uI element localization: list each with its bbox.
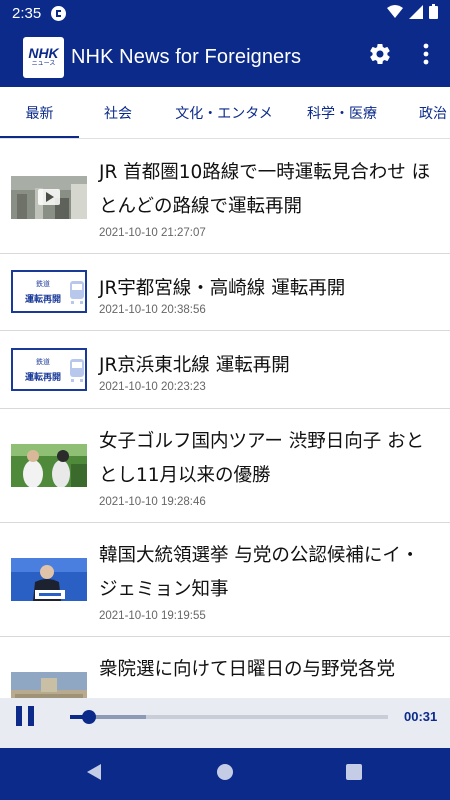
news-thumbnail (11, 672, 87, 698)
nav-home-button[interactable] (213, 762, 237, 786)
news-thumbnail (11, 176, 87, 219)
rail-thumb-line1: 鉄道 (36, 280, 50, 288)
news-title: JR京浜東北線 運転再開 (99, 355, 290, 376)
signal-icon (409, 4, 423, 23)
app-bar: NHK ニュース NHK News for Foreigners (0, 27, 450, 87)
tab-culture-entertainment[interactable]: 文化・エンタメ (157, 87, 291, 138)
news-title: 衆院選に向けて日曜日の与野党各党 (99, 659, 396, 680)
news-title: 女子ゴルフ国内ツアー 渋野日向子 おととし11月以来の優勝 (99, 431, 425, 486)
more-vert-icon (423, 43, 429, 69)
nav-recents-button[interactable] (342, 762, 366, 786)
news-date: 2021-10-10 21:27:07 (99, 227, 206, 239)
news-title: JR宇都宮線・高崎線 運転再開 (99, 278, 346, 299)
home-icon (216, 763, 234, 785)
battery-icon (429, 4, 438, 23)
news-item[interactable]: 鉄道 運転再開 JR京浜東北線 運転再開 2021-10-10 20:23:23 (0, 331, 450, 409)
pause-button[interactable] (16, 706, 40, 728)
news-list: JR 首都圏10路線で一時運転見合わせ ほとんどの路線で運転再開 2021-10… (0, 140, 450, 698)
buffered-bar (89, 715, 147, 719)
news-item[interactable]: JR 首都圏10路線で一時運転見合わせ ほとんどの路線で運転再開 2021-10… (0, 140, 450, 254)
nav-back-button[interactable] (82, 762, 106, 786)
news-item[interactable]: 衆院選に向けて日曜日の与野党各党 (0, 637, 450, 698)
news-item[interactable]: 鉄道 運転再開 JR宇都宮線・高崎線 運転再開 2021-10-10 20:38… (0, 254, 450, 331)
seek-handle[interactable] (82, 710, 97, 724)
news-thumbnail: 鉄道 運転再開 (11, 348, 87, 391)
tab-society[interactable]: 社会 (79, 87, 157, 138)
audio-player: 00:31 (0, 698, 450, 748)
pause-icon (16, 706, 22, 726)
app-title: NHK News for Foreigners (71, 45, 302, 68)
news-date: 2021-10-10 19:28:46 (99, 496, 206, 508)
tab-politics[interactable]: 政治 (393, 87, 450, 138)
back-icon (86, 763, 102, 785)
rail-thumb-line2: 運転再開 (24, 373, 61, 383)
news-thumbnail (11, 444, 87, 487)
status-time: 2:35 (12, 5, 42, 22)
status-bar: 2:35 (0, 0, 450, 27)
category-tabs: 最新 社会 文化・エンタメ 科学・医療 政治 (0, 87, 450, 139)
more-options-button[interactable] (412, 42, 440, 70)
news-date: 2021-10-10 20:23:23 (99, 381, 206, 393)
news-title: 韓国大統領選挙 与党の公認候補にイ・ジェミョン知事 (99, 545, 420, 600)
elapsed-time: 00:31 (404, 709, 438, 724)
tab-science-medical[interactable]: 科学・医療 (291, 87, 393, 138)
news-title: JR 首都圏10路線で一時運転見合わせ ほとんどの路線で運転再開 (99, 162, 431, 217)
news-thumbnail: 鉄道 運転再開 (11, 270, 87, 313)
logo-subtext: ニュース (31, 60, 56, 67)
news-item[interactable]: 韓国大統領選挙 与党の公認候補にイ・ジェミョン知事 2021-10-10 19:… (0, 523, 450, 637)
train-icon (70, 359, 84, 382)
wifi-icon (387, 4, 403, 23)
tab-latest[interactable]: 最新 (0, 87, 79, 138)
nhk-logo: NHK ニュース (23, 36, 64, 78)
gear-icon (368, 42, 392, 70)
recents-icon (346, 764, 362, 784)
news-date: 2021-10-10 19:19:55 (99, 610, 206, 622)
notification-icon (51, 6, 67, 21)
news-item[interactable]: 女子ゴルフ国内ツアー 渋野日向子 おととし11月以来の優勝 2021-10-10… (0, 409, 450, 523)
rail-thumb-line2: 運転再開 (24, 295, 61, 305)
settings-button[interactable] (366, 42, 394, 70)
logo-text: NHK (28, 45, 59, 61)
news-date: 2021-10-10 20:38:56 (99, 304, 206, 316)
system-nav-bar (0, 748, 450, 800)
news-thumbnail (11, 558, 87, 601)
rail-thumb-line1: 鉄道 (36, 358, 50, 366)
pause-icon (28, 706, 34, 726)
seek-bar[interactable] (70, 710, 388, 724)
train-icon (70, 281, 84, 304)
